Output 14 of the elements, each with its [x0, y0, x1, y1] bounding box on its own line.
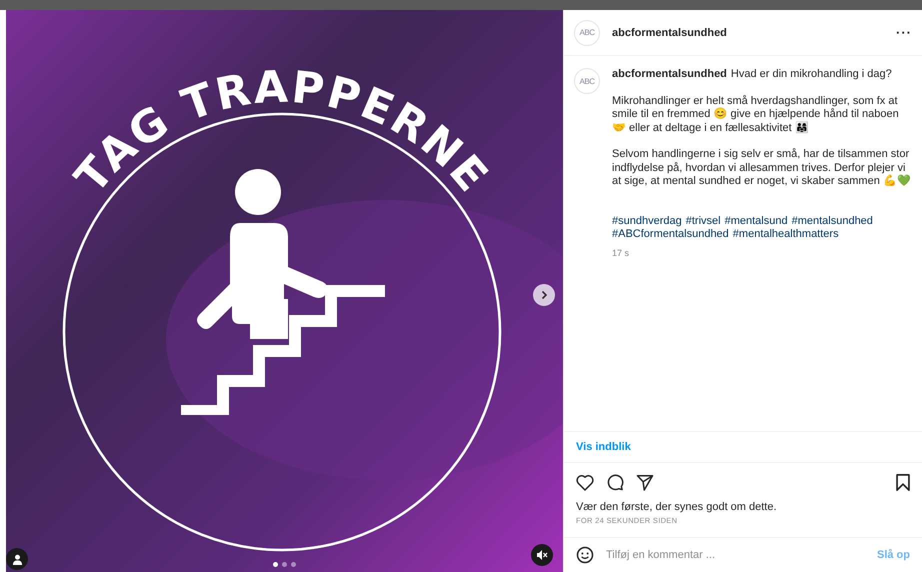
- likes-text: Vær den første, der synes godt om dette.: [576, 501, 778, 513]
- caption-paragraph: Selvom handlingerne i sig selv er små, har de tilsammen stor indflydelse på, hvordan vi allesammen trives. Derfor plejer vi at sige, at mental sundhed er noget, vi skaber sammen 💪💚: [612, 148, 912, 188]
- hashtag-link[interactable]: #mentalsund: [724, 214, 788, 228]
- hashtag-link[interactable]: #trivsel: [686, 214, 721, 228]
- more-options-button[interactable]: ···: [896, 25, 912, 40]
- hashtag-link[interactable]: #ABCformentalsundhed: [612, 228, 729, 242]
- caption-text: Hvad er din mikrohandling i dag?: [730, 68, 892, 82]
- username-link[interactable]: abcformentalsundhed: [612, 26, 727, 38]
- hashtag-link[interactable]: #sundhverdag: [612, 214, 682, 228]
- username-link[interactable]: abcformentalsundhed: [612, 68, 727, 82]
- post-time: 17 s: [612, 246, 630, 260]
- hashtag-link[interactable]: #mentalsundhed: [792, 214, 873, 228]
- caption-paragraph: Mikrohandlinger er helt små hverdagshandlinger, som fx at smile til en fremmed 😊 give en hjælpende hånd til naboen 🤝 eller at deltage i en fællesaktivitet 👨‍👩‍👧: [612, 94, 900, 135]
- hashtag-link[interactable]: #mentalhealthmatters: [732, 228, 839, 242]
